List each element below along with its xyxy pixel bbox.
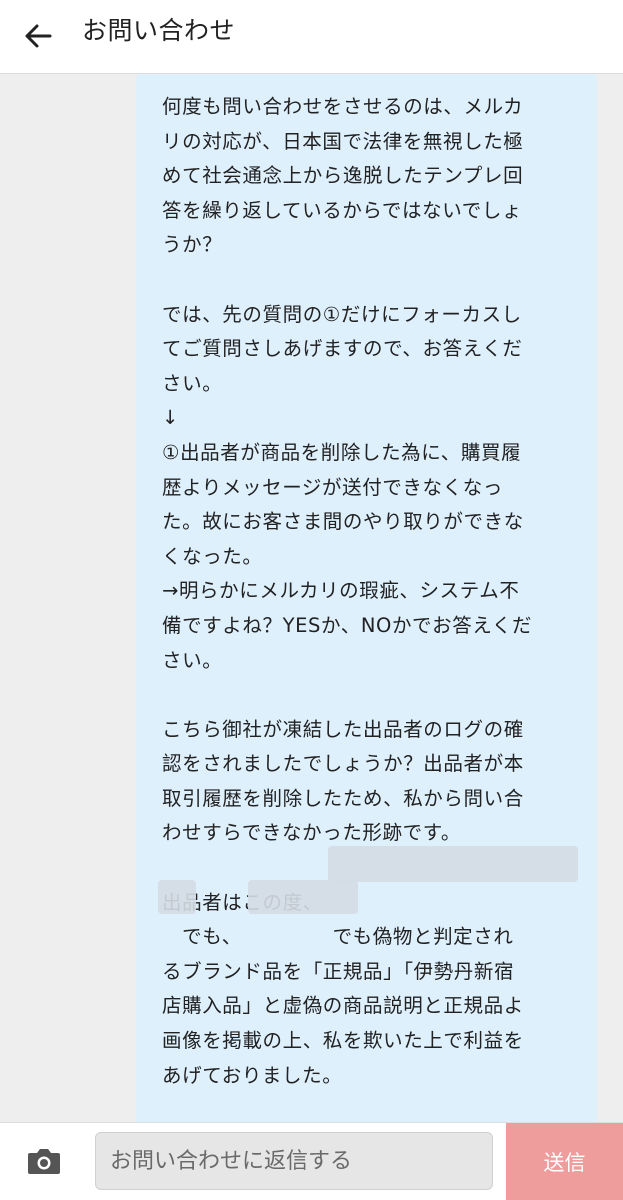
- reply-input[interactable]: [95, 1132, 493, 1190]
- arrow-left-icon: [25, 24, 52, 48]
- redacted-area: [328, 846, 578, 882]
- message-text: 何度も問い合わせをさせるのは、メルカ リの対応が、日本国で法律を無視した極 めて…: [162, 95, 533, 1087]
- redacted-area: [248, 880, 358, 914]
- back-button[interactable]: [14, 12, 62, 60]
- app-header: お問い合わせ: [0, 0, 623, 74]
- camera-button[interactable]: [22, 1141, 66, 1181]
- redacted-area: [158, 880, 196, 914]
- camera-icon: [28, 1149, 60, 1174]
- chat-area[interactable]: 何度も問い合わせをさせるのは、メルカ リの対応が、日本国で法律を無視した極 めて…: [0, 74, 623, 1122]
- reply-bar: 送信: [0, 1122, 623, 1200]
- send-button[interactable]: 送信: [506, 1123, 623, 1200]
- message-bubble: 何度も問い合わせをさせるのは、メルカ リの対応が、日本国で法律を無視した極 めて…: [136, 74, 597, 1122]
- page-title: お問い合わせ: [82, 16, 236, 45]
